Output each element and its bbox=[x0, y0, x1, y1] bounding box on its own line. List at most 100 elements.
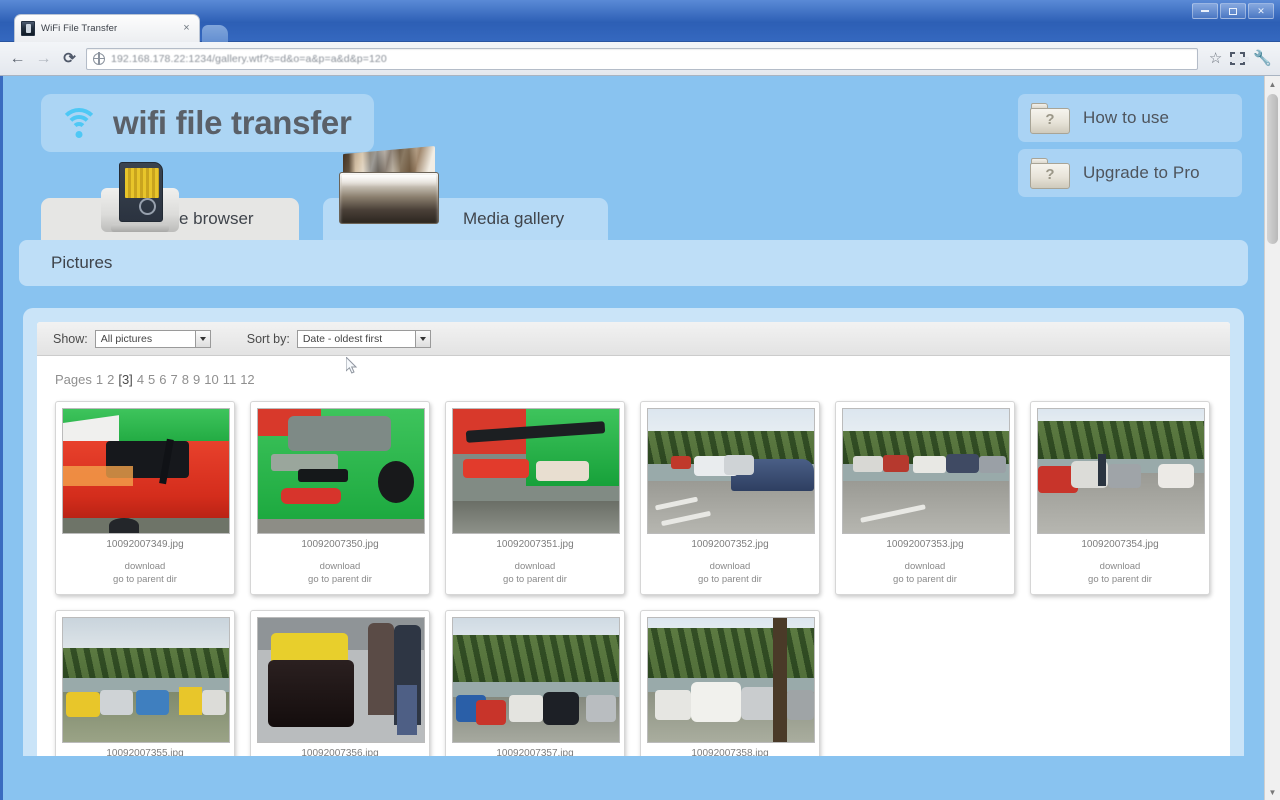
scrollbar-thumb[interactable] bbox=[1267, 94, 1278, 244]
gallery-item[interactable]: 10092007357.jpgdownloadgo to parent dir bbox=[445, 610, 625, 756]
parent-dir-link[interactable]: go to parent dir bbox=[1037, 573, 1203, 586]
thumbnail-image[interactable] bbox=[452, 408, 620, 534]
pagination-page[interactable]: 12 bbox=[240, 372, 254, 387]
address-bar-url: 192.168.178.22:1234/gallery.wtf?s=d&o=a&… bbox=[111, 52, 387, 65]
download-link[interactable]: download bbox=[842, 560, 1008, 573]
thumbnail-filename: 10092007350.jpg bbox=[301, 539, 379, 550]
minimize-button[interactable] bbox=[1192, 3, 1218, 19]
back-button[interactable]: ← bbox=[8, 49, 27, 68]
gallery-item[interactable]: 10092007354.jpg download go to parent dir bbox=[1030, 401, 1210, 595]
close-button[interactable]: ✕ bbox=[1248, 3, 1274, 19]
gallery-item[interactable]: 10092007349.jpg download go to parent dir bbox=[55, 401, 235, 595]
gallery-item[interactable]: 10092007358.jpgdownloadgo to parent dir bbox=[640, 610, 820, 756]
browser-viewport: wifi file transfer ? How to use ? Upgrad… bbox=[0, 76, 1280, 800]
pagination-page[interactable]: 11 bbox=[223, 372, 237, 387]
thumbnail-image[interactable] bbox=[62, 617, 230, 743]
gallery-item[interactable]: 10092007353.jpg download go to parent dir bbox=[835, 401, 1015, 595]
globe-icon bbox=[92, 52, 105, 65]
sort-label: Sort by: bbox=[246, 331, 290, 346]
app-title: wifi file transfer bbox=[113, 104, 352, 141]
parent-dir-link[interactable]: go to parent dir bbox=[62, 573, 228, 586]
browser-window: WiFi File Transfer × ✕ ← → ⟳ 192.168.178… bbox=[0, 0, 1280, 800]
gallery-item[interactable]: 10092007351.jpg download go to parent dir bbox=[445, 401, 625, 595]
wifi-icon bbox=[57, 106, 101, 140]
show-select[interactable]: All pictures bbox=[94, 329, 211, 348]
parent-dir-link[interactable]: go to parent dir bbox=[842, 573, 1008, 586]
thumbnail-filename: 10092007349.jpg bbox=[106, 539, 184, 550]
chevron-down-icon bbox=[194, 330, 210, 347]
favicon-icon bbox=[21, 21, 35, 36]
photo-box-icon bbox=[335, 145, 443, 226]
thumbnail-filename: 10092007358.jpg bbox=[691, 748, 769, 756]
download-link[interactable]: download bbox=[452, 560, 618, 573]
pagination-label: Pages bbox=[55, 372, 92, 387]
gallery-item[interactable]: 10092007355.jpgdownloadgo to parent dir bbox=[55, 610, 235, 756]
pagination-page[interactable]: 5 bbox=[148, 372, 155, 387]
thumbnail-image[interactable] bbox=[842, 408, 1010, 534]
wrench-menu-icon[interactable]: 🔧 bbox=[1253, 51, 1272, 66]
browser-tab-title: WiFi File Transfer bbox=[41, 23, 118, 34]
pagination-page[interactable]: 9 bbox=[193, 372, 200, 387]
gallery-item[interactable]: 10092007356.jpgdownloadgo to parent dir bbox=[250, 610, 430, 756]
parent-dir-link[interactable]: go to parent dir bbox=[257, 573, 423, 586]
bookmark-star-icon[interactable]: ☆ bbox=[1209, 51, 1222, 66]
parent-dir-link[interactable]: go to parent dir bbox=[647, 573, 813, 586]
thumbnail-image[interactable] bbox=[257, 408, 425, 534]
thumbnail-image[interactable] bbox=[647, 408, 815, 534]
parent-dir-link[interactable]: go to parent dir bbox=[452, 573, 618, 586]
address-bar[interactable]: 192.168.178.22:1234/gallery.wtf?s=d&o=a&… bbox=[86, 47, 1198, 70]
filter-toolbar: Show: All pictures Sort by: Date - oldes… bbox=[37, 322, 1230, 356]
browser-tab[interactable]: WiFi File Transfer × bbox=[14, 14, 200, 42]
thumbnail-image[interactable] bbox=[647, 617, 815, 743]
scroll-up-arrow[interactable]: ▲ bbox=[1265, 76, 1280, 92]
thumbnail-image[interactable] bbox=[452, 617, 620, 743]
thumbnail-filename: 10092007351.jpg bbox=[496, 539, 574, 550]
show-select-value: All pictures bbox=[100, 332, 153, 345]
page-frame-icon[interactable] bbox=[1230, 52, 1250, 69]
app-tabs: File browser Media gallery bbox=[23, 145, 1244, 240]
thumbnail-filename: 10092007357.jpg bbox=[496, 748, 574, 756]
pagination-page[interactable]: 6 bbox=[159, 372, 166, 387]
breadcrumb-pictures[interactable]: Pictures bbox=[51, 253, 112, 273]
page-scrollbar[interactable]: ▲ ▼ bbox=[1264, 76, 1280, 800]
pagination-page[interactable]: 7 bbox=[171, 372, 178, 387]
how-to-use-button[interactable]: ? How to use bbox=[1018, 94, 1242, 142]
tab-close-icon[interactable]: × bbox=[180, 22, 193, 35]
sort-select[interactable]: Date - oldest first bbox=[296, 329, 431, 348]
gallery-grid: 10092007349.jpg download go to parent dir … bbox=[37, 397, 1230, 756]
window-controls: ✕ bbox=[1192, 3, 1274, 19]
web-page: wifi file transfer ? How to use ? Upgrad… bbox=[0, 76, 1264, 800]
scroll-down-arrow[interactable]: ▼ bbox=[1265, 784, 1280, 800]
pagination-page[interactable]: 8 bbox=[182, 372, 189, 387]
pagination-page[interactable]: [3] bbox=[118, 372, 132, 387]
show-label: Show: bbox=[53, 331, 88, 346]
pagination-page[interactable]: 10 bbox=[204, 372, 218, 387]
gallery-item[interactable]: 10092007350.jpg download go to parent dir bbox=[250, 401, 430, 595]
pagination-page[interactable]: 2 bbox=[107, 372, 114, 387]
pagination-page[interactable]: 1 bbox=[96, 372, 103, 387]
download-link[interactable]: download bbox=[257, 560, 423, 573]
sd-card-icon bbox=[101, 162, 179, 232]
download-link[interactable]: download bbox=[1037, 560, 1203, 573]
thumbnail-image[interactable] bbox=[62, 408, 230, 534]
browser-toolbar: ← → ⟳ 192.168.178.22:1234/gallery.wtf?s=… bbox=[0, 42, 1280, 76]
toolbar-icons: ☆ 🔧 bbox=[1205, 51, 1272, 69]
thumbnail-actions: download go to parent dir bbox=[452, 560, 618, 586]
how-to-use-label: How to use bbox=[1083, 108, 1170, 127]
question-badge: ? bbox=[1045, 110, 1055, 128]
new-tab-button[interactable] bbox=[202, 25, 228, 42]
download-link[interactable]: download bbox=[62, 560, 228, 573]
thumbnail-actions: download go to parent dir bbox=[257, 560, 423, 586]
gallery-item[interactable]: 10092007352.jpg download go to parent dir bbox=[640, 401, 820, 595]
reload-button[interactable]: ⟳ bbox=[60, 49, 79, 68]
thumbnail-image[interactable] bbox=[257, 617, 425, 743]
thumbnail-actions: download go to parent dir bbox=[62, 560, 228, 586]
forward-button[interactable]: → bbox=[34, 49, 53, 68]
breadcrumb: Pictures bbox=[19, 240, 1248, 286]
chevron-down-icon bbox=[414, 330, 430, 347]
download-link[interactable]: download bbox=[647, 560, 813, 573]
sort-select-value: Date - oldest first bbox=[302, 332, 383, 345]
maximize-button[interactable] bbox=[1220, 3, 1246, 19]
pagination-page[interactable]: 4 bbox=[137, 372, 144, 387]
thumbnail-image[interactable] bbox=[1037, 408, 1205, 534]
